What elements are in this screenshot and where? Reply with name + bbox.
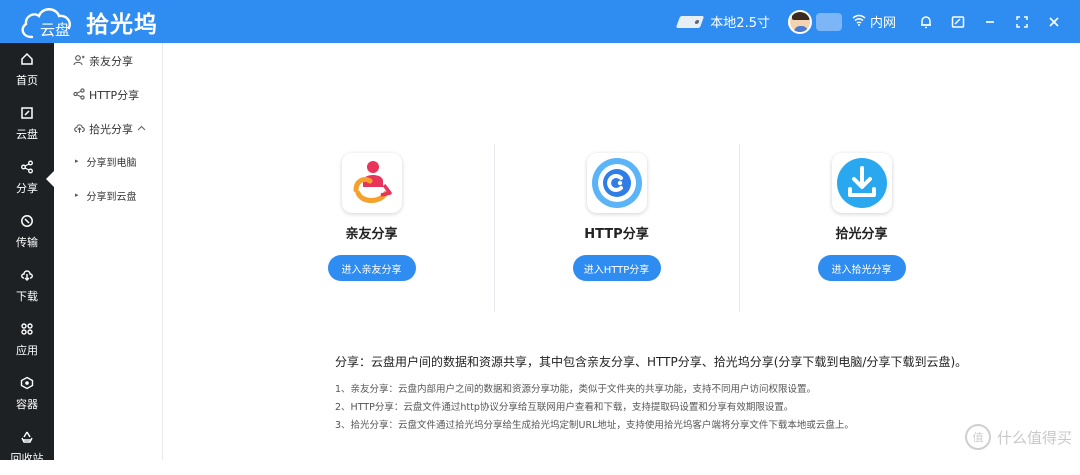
nav-label: 云盘: [16, 128, 38, 141]
description-line: 1、亲友分享：云盘内部用户之间的数据和资源分享功能，类似于文件夹的共享功能，支持…: [335, 384, 817, 395]
watermark-badge: 值: [964, 424, 991, 450]
storage-label: 本地2.5寸: [710, 16, 770, 31]
share-icon: [20, 160, 34, 176]
transfer-icon: [20, 214, 34, 230]
username-redacted[interactable]: [815, 12, 842, 31]
nav-label: 首页: [16, 74, 38, 87]
card-title: 拾光分享: [835, 227, 888, 242]
close-icon[interactable]: [1038, 0, 1070, 43]
top-bar: 云盘 拾光坞 本地2.5寸 内网: [0, 0, 1080, 43]
nav-item-container[interactable]: 容器: [0, 367, 54, 421]
chevron-up-icon[interactable]: [137, 124, 146, 134]
nav-label: 传输: [16, 236, 38, 249]
nav-item-transfer[interactable]: 传输: [0, 205, 54, 259]
primary-nav: 首页 云盘 分享 传输 下载 应用 容器 回收站: [0, 43, 54, 465]
subnav-child-share-to-cloud[interactable]: ▸ 分享到云盘: [54, 178, 163, 212]
enter-shiguang-share-button[interactable]: 进入拾光分享: [817, 255, 906, 281]
hard-drive-icon: [676, 15, 705, 28]
nav-label: 下载: [16, 290, 38, 303]
card-title: HTTP分享: [584, 227, 649, 242]
enter-friends-share-button[interactable]: 进入亲友分享: [327, 255, 416, 281]
description-summary: 分享：云盘用户间的数据和资源共享，其中包含亲友分享、HTTP分享、拾光坞分享(分…: [335, 355, 968, 369]
subnav-item-shiguang-share[interactable]: 拾光分享: [54, 112, 163, 146]
main-content: 亲友分享 进入亲友分享 HTTP分享 进入HTTP分享 拾光分享 进入拾光分享 …: [163, 43, 1080, 460]
share-description: 分享：云盘用户间的数据和资源共享，其中包含亲友分享、HTTP分享、拾光坞分享(分…: [335, 353, 1055, 435]
description-line: 2、HTTP分享：云盘文件通过http协议分享给互联网用户查看和下载，支持提取码…: [335, 402, 794, 413]
container-icon: [20, 376, 34, 392]
avatar[interactable]: [787, 9, 812, 34]
logo-cloud-text: 云盘: [40, 21, 71, 39]
cloud-upload-icon: [72, 122, 86, 137]
description-line: 3、拾光分享：云盘文件通过拾光坞分享给生成拾光坞定制URL地址，支持使用拾光坞客…: [335, 420, 854, 431]
cloud-logo-icon: 云盘: [18, 4, 80, 40]
friends-share-icon[interactable]: [341, 153, 402, 213]
nav-item-share[interactable]: 分享: [0, 151, 54, 205]
home-icon: [20, 52, 34, 68]
enter-http-share-button[interactable]: 进入HTTP分享: [572, 255, 661, 281]
subnav-child-label: 分享到云盘: [86, 191, 137, 203]
subnav-child-label: 分享到电脑: [86, 157, 137, 169]
card-http-share: HTTP分享 进入HTTP分享: [494, 143, 739, 313]
subnav-label: 亲友分享: [89, 55, 133, 68]
caret-right-icon: ▸: [75, 191, 79, 199]
download-share-icon[interactable]: [831, 153, 892, 213]
secondary-nav: 亲友分享 HTTP分享 拾光分享 ▸ 分享到电脑 ▸ 分享到云盘: [54, 43, 163, 460]
http-share-icon[interactable]: [586, 153, 647, 213]
nav-label: 回收站: [10, 452, 44, 465]
nav-item-home[interactable]: 首页: [0, 43, 54, 97]
download-icon: [20, 268, 34, 284]
app-name: 拾光坞: [86, 12, 158, 38]
wifi-icon: [852, 14, 866, 29]
minimize-icon[interactable]: [974, 0, 1006, 43]
nav-item-recycle-bin[interactable]: 回收站: [0, 421, 54, 475]
nav-item-download[interactable]: 下载: [0, 259, 54, 313]
subnav-label: HTTP分享: [89, 89, 140, 102]
bell-icon[interactable]: [910, 0, 942, 43]
nav-label: 应用: [16, 344, 38, 357]
screen-icon[interactable]: [942, 0, 974, 43]
card-friends-share: 亲友分享 进入亲友分享: [249, 143, 494, 313]
active-indicator: [46, 171, 54, 187]
subnav-child-share-to-pc[interactable]: ▸ 分享到电脑: [54, 144, 163, 178]
watermark: 值 什么值得买: [964, 424, 1072, 450]
subnav-item-friends-share[interactable]: 亲友分享: [54, 44, 163, 78]
apps-icon: [20, 322, 34, 338]
caret-right-icon: ▸: [75, 157, 79, 165]
subnav-item-http-share[interactable]: HTTP分享: [54, 78, 163, 112]
recycle-icon: [20, 430, 34, 446]
nav-label: 容器: [16, 398, 38, 411]
card-shiguang-share: 拾光分享 进入拾光分享: [739, 143, 984, 313]
network-status[interactable]: 内网: [852, 12, 896, 31]
network-label: 内网: [869, 16, 896, 31]
cloud-disk-icon: [20, 106, 34, 122]
nav-label: 分享: [16, 182, 38, 195]
card-title: 亲友分享: [345, 227, 398, 242]
watermark-text: 什么值得买: [996, 428, 1072, 447]
top-right-controls: 本地2.5寸 内网: [676, 0, 1080, 43]
nav-item-apps[interactable]: 应用: [0, 313, 54, 367]
app-logo: 云盘 拾光坞: [18, 4, 158, 40]
storage-selector[interactable]: 本地2.5寸: [676, 12, 770, 31]
nav-item-cloud-disk[interactable]: 云盘: [0, 97, 54, 151]
subnav-label: 拾光分享: [89, 123, 133, 136]
user-share-icon: [72, 54, 86, 69]
fullscreen-icon[interactable]: [1006, 0, 1038, 43]
link-share-icon: [72, 87, 86, 103]
